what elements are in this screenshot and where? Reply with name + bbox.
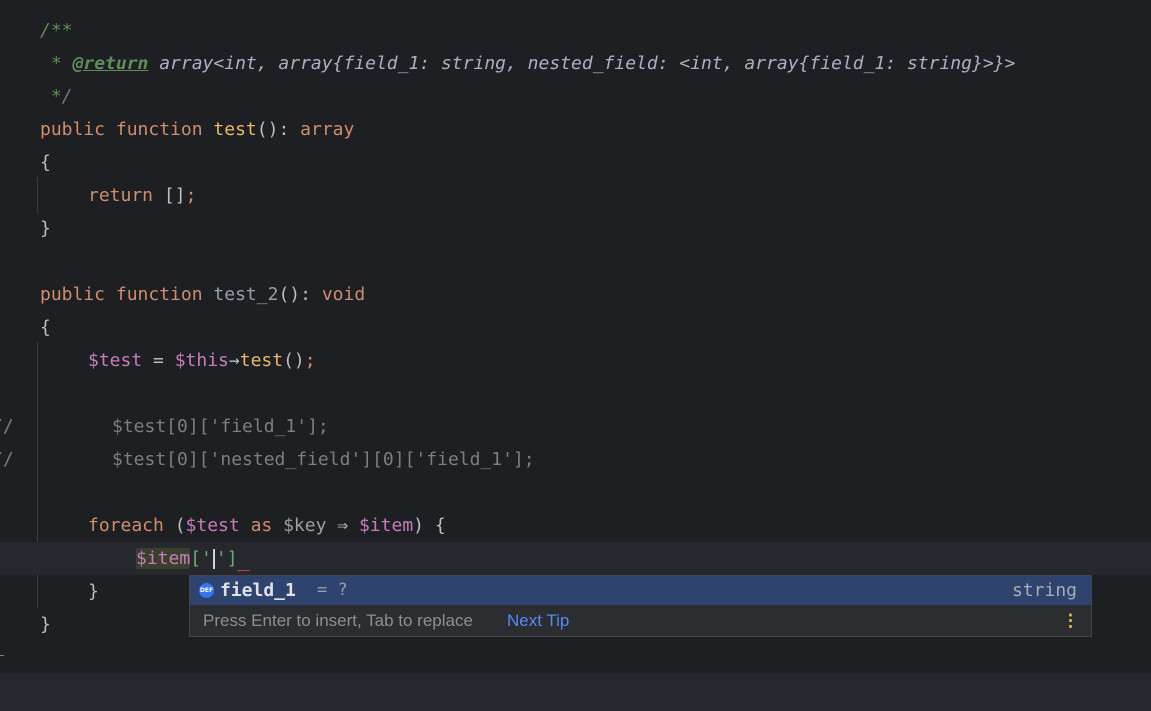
- doc-comment-open: /**: [40, 20, 73, 41]
- code-line[interactable]: /**: [0, 14, 1151, 47]
- completion-hint: Press Enter to insert, Tab to replace: [203, 611, 473, 630]
- keyword-function: function: [115, 284, 203, 305]
- code-line[interactable]: $test = $this→test();: [0, 344, 1151, 377]
- code-line[interactable]: public function test(): array: [0, 113, 1151, 146]
- doc-return-tag[interactable]: @return: [73, 53, 149, 74]
- code-line[interactable]: public function test_2(): void: [0, 278, 1151, 311]
- semicolon: ;: [304, 350, 316, 371]
- variable-this: $this: [174, 350, 229, 371]
- array-access-open: [': [190, 548, 212, 569]
- foreach-tail: ) {: [413, 515, 446, 536]
- function-name-test-2[interactable]: test_2: [213, 284, 278, 305]
- doc-comment-close: */: [40, 86, 73, 107]
- call-parens: (): [283, 350, 305, 371]
- keyword-public: public: [40, 284, 106, 305]
- paren-open: (: [163, 515, 186, 536]
- function-signature: ():: [278, 284, 322, 305]
- commented-code: $test[0]['field_1'];: [112, 416, 329, 437]
- code-line[interactable]: foreach ($test as $key ⇒ $item) {: [0, 509, 1151, 542]
- text-caret: [212, 549, 215, 569]
- function-signature: ():: [256, 119, 301, 140]
- comment-marker: //: [0, 416, 14, 437]
- return-type-void: void: [321, 284, 366, 305]
- completion-popup[interactable]: DEF field_1 = ? string Press Enter to in…: [189, 575, 1092, 637]
- variable-key[interactable]: $key: [283, 515, 326, 536]
- code-line[interactable]: {: [0, 146, 1151, 179]
- code-line[interactable]: }: [0, 212, 1151, 245]
- variable-item[interactable]: $item: [359, 515, 413, 536]
- arrow-operator: →: [228, 350, 240, 371]
- code-line[interactable]: */: [0, 80, 1151, 113]
- brace-close: }: [40, 218, 51, 239]
- completion-item-name: field_1: [220, 580, 296, 601]
- more-options-icon[interactable]: ⋮: [1062, 605, 1079, 636]
- doc-return-type: array<int, array{field_1: string, nested…: [148, 53, 1016, 74]
- double-arrow-operator: ⇒: [326, 515, 359, 536]
- completion-item-field-1[interactable]: DEF field_1 = ? string: [190, 576, 1091, 605]
- completion-item-value: = ?: [317, 580, 348, 600]
- brace-open: {: [40, 317, 51, 338]
- editor-bottom-area: [0, 673, 1151, 711]
- code-line-commented[interactable]: // $test[0]['nested_field'][0]['field_1'…: [0, 443, 1151, 476]
- variable-item[interactable]: $item: [136, 548, 191, 569]
- assign-operator: =: [142, 350, 175, 371]
- fold-marker[interactable]: [0, 655, 4, 656]
- code-line[interactable]: * @return array<int, array{field_1: stri…: [0, 47, 1151, 80]
- brace-close: }: [88, 581, 99, 602]
- next-tip-link[interactable]: Next Tip: [507, 605, 569, 636]
- brace-close: }: [40, 614, 51, 635]
- code-line[interactable]: {: [0, 311, 1151, 344]
- completion-footer: Press Enter to insert, Tab to replace Ne…: [190, 605, 1091, 636]
- comment-marker: //: [0, 449, 14, 470]
- keyword-as: as: [239, 515, 284, 536]
- semicolon: ;: [185, 185, 197, 206]
- brace-open: {: [40, 152, 51, 173]
- doc-comment-star: *: [40, 53, 73, 74]
- keyword-foreach: foreach: [88, 515, 164, 536]
- variable-test[interactable]: $test: [186, 515, 240, 536]
- variable-test[interactable]: $test: [88, 350, 142, 371]
- code-line[interactable]: return [];: [0, 179, 1151, 212]
- array-access-close: ']: [215, 548, 238, 569]
- return-type-array: array: [300, 119, 355, 140]
- commented-code: $test[0]['nested_field'][0]['field_1'];: [112, 449, 535, 470]
- array-key-icon: DEF: [199, 583, 214, 598]
- keyword-return: return: [88, 185, 154, 206]
- function-name-test[interactable]: test: [213, 119, 256, 140]
- code-line-commented[interactable]: // $test[0]['field_1'];: [0, 410, 1151, 443]
- keyword-function: function: [115, 119, 203, 140]
- keyword-public: public: [40, 119, 106, 140]
- method-call-test[interactable]: test: [240, 350, 283, 371]
- current-line[interactable]: $item[' ']﹏: [0, 542, 1151, 575]
- empty-array: []: [163, 185, 186, 206]
- completion-item-type: string: [1011, 580, 1077, 601]
- error-squiggle: ﹏: [237, 559, 250, 573]
